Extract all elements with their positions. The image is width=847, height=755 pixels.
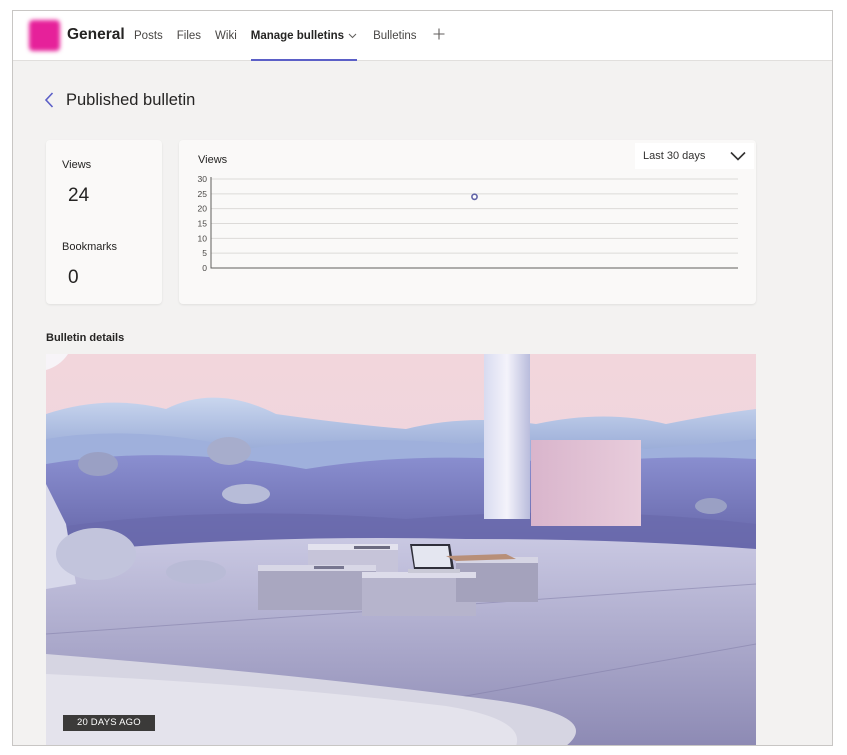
views-chart: 0 5 10 15 20 25 30 (198, 174, 738, 273)
main-content: Published bulletin Views 24 Bookmarks 0 … (29, 74, 832, 745)
section-title: Bulletin details (46, 332, 125, 344)
y-tick-label: 25 (198, 189, 208, 199)
channel-header: General Posts Files Wiki Manage bulletin… (13, 11, 832, 61)
views-chart-card: Views Last 30 days 0 5 10 15 20 25 30 (179, 140, 756, 304)
bookmarks-count: 0 (68, 267, 79, 288)
tab-label: Posts (134, 30, 163, 42)
tab-posts[interactable]: Posts (134, 11, 163, 61)
y-tick-label: 5 (202, 248, 207, 258)
tab-label: Manage bulletins (250, 30, 345, 42)
chevron-down-icon (348, 31, 357, 41)
channel-tabs: Posts Files Wiki Manage bulletins Bullet… (134, 11, 445, 61)
date-badge: 20 DAYS AGO (63, 715, 155, 731)
views-label: Views (62, 159, 92, 171)
views-count: 24 (68, 185, 90, 206)
y-tick-label: 20 (198, 204, 208, 214)
y-tick-label: 0 (202, 263, 207, 273)
tab-label: Bulletins (373, 30, 417, 42)
plus-icon[interactable] (433, 27, 445, 45)
chart-axes (210, 177, 738, 269)
bookmarks-label: Bookmarks (62, 241, 118, 253)
bulletin-hero-image: 20 DAYS AGO (46, 354, 756, 745)
tab-manage-bulletins[interactable]: Manage bulletins (250, 11, 358, 61)
chevron-left-icon[interactable] (43, 91, 55, 109)
channel-name: General (67, 26, 125, 43)
teams-window: General Posts Files Wiki Manage bulletin… (12, 10, 833, 746)
tab-bulletins[interactable]: Bulletins (373, 11, 416, 61)
tab-label: Wiki (215, 30, 237, 42)
tab-files[interactable]: Files (177, 11, 201, 61)
page-title: Published bulletin (66, 91, 196, 109)
stats-card: Views 24 Bookmarks 0 (46, 140, 162, 304)
data-point[interactable] (471, 193, 478, 201)
y-tick-label: 10 (198, 233, 208, 243)
team-avatar (29, 20, 60, 51)
tab-wiki[interactable]: Wiki (215, 11, 237, 61)
tab-label: Files (176, 30, 202, 42)
y-tick-label: 30 (198, 174, 208, 184)
y-tick-label: 15 (198, 219, 208, 229)
